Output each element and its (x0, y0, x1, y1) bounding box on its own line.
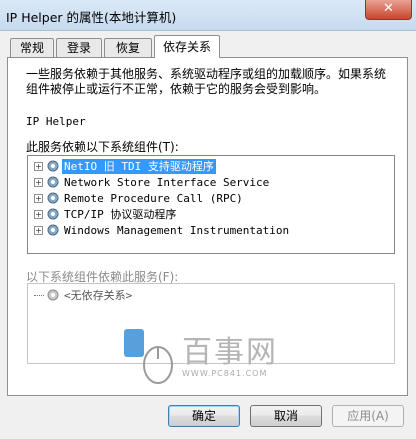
apply-button[interactable]: 应用(A) (332, 405, 404, 427)
tree-item-label: Remote Procedure Call (RPC) (64, 192, 243, 205)
service-gear-icon (47, 289, 59, 301)
tab-recovery[interactable]: 恢复 (104, 38, 152, 57)
tree-item-label: TCP/IP 协议驱动程序 (64, 208, 177, 221)
service-gear-icon (47, 224, 59, 236)
window-title: IP Helper 的属性(本地计算机) (6, 10, 177, 25)
tree-item-label: Network Store Interface Service (64, 176, 270, 189)
tab-general[interactable]: 常规 (10, 38, 54, 57)
watermark-url: WWW.PC841.COM (182, 369, 268, 378)
service-gear-icon (47, 160, 59, 172)
watermark-brand: 百事网 (182, 335, 278, 370)
tree-connector (34, 295, 44, 296)
expand-icon[interactable]: + (34, 226, 43, 235)
service-gear-icon (47, 192, 59, 204)
close-icon: ✕ (383, 1, 394, 16)
mouse-logo-icon (124, 329, 173, 384)
tab-logon[interactable]: 登录 (56, 38, 102, 57)
ok-button[interactable]: 确定 (168, 405, 240, 427)
service-gear-icon (47, 208, 59, 220)
watermark: 百事网 WWW.PC841.COM (120, 325, 300, 390)
title-bar: IP Helper 的属性(本地计算机) ✕ (0, 0, 416, 31)
expand-icon[interactable]: + (34, 178, 43, 187)
expand-icon[interactable]: + (34, 194, 43, 203)
tree-item-label: NetIO 旧 TDI 支持驱动程序 (62, 159, 216, 174)
close-button[interactable]: ✕ (365, 0, 412, 20)
service-name: IP Helper (26, 115, 86, 128)
tree-item-label: <无依存关系> (64, 289, 133, 302)
depends-on-tree[interactable]: + NetIO 旧 TDI 支持驱动程序 + Network Store Int… (27, 155, 395, 254)
expand-icon[interactable]: + (34, 210, 43, 219)
expand-icon[interactable]: + (34, 162, 43, 171)
depends-on-label: 此服务依赖以下系统组件(T): (26, 140, 179, 154)
tree-item-label: Windows Management Instrumentation (64, 224, 290, 237)
tab-dependencies[interactable]: 依存关系 (154, 35, 220, 58)
cancel-button[interactable]: 取消 (250, 405, 322, 427)
description-text: 一些服务依赖于其他服务、系统驱动程序或组的加载顺序。如果系统组件被停止或运行不正… (26, 67, 387, 96)
service-gear-icon (47, 176, 59, 188)
